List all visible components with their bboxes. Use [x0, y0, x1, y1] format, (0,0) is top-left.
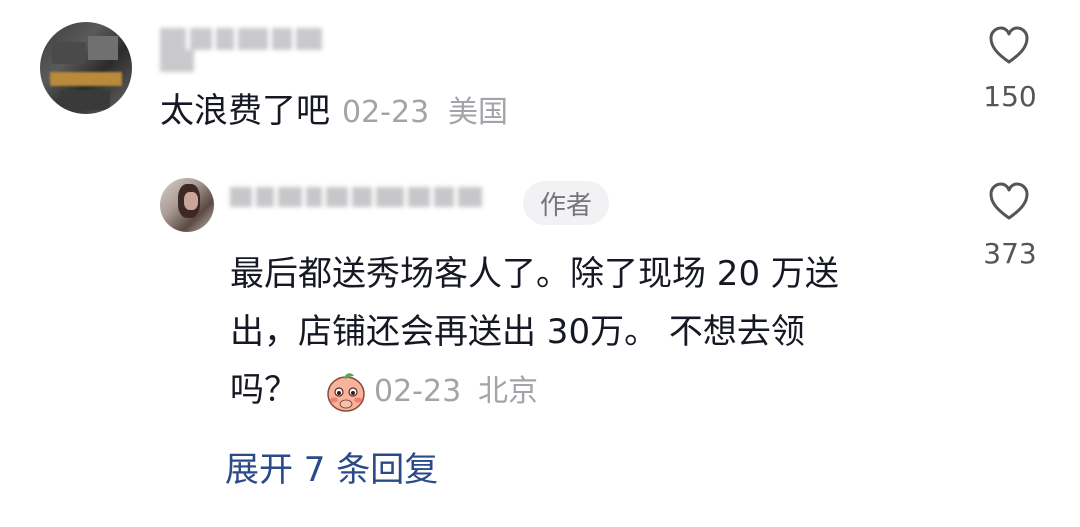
reply-body[interactable]: 最后都送秀场客人了。除了现场 20 万送 出，店铺还会再送出 30万。 不想去领…: [230, 245, 930, 421]
reply-location: 北京: [478, 374, 538, 409]
like-count: 150: [983, 80, 1037, 113]
reply-text-line-3: 吗？: [230, 370, 298, 410]
reply-author-name[interactable]: [230, 186, 510, 220]
reply-text-line-3-row: 吗？ 02-23 北京: [230, 361, 930, 421]
comment-text: 太浪费了吧: [160, 91, 330, 131]
author-badge: 作者: [523, 181, 609, 225]
heart-outline-icon: [989, 26, 1029, 64]
reply-date: 02-23: [374, 374, 462, 409]
like-button[interactable]: [988, 26, 1030, 66]
comment-location: 美国: [448, 95, 508, 130]
commenter-avatar[interactable]: [40, 22, 132, 114]
comment-body[interactable]: 太浪费了吧 02-23 美国: [160, 88, 508, 136]
reply-like-count: 373: [983, 237, 1037, 270]
shy-face-emoji: [324, 370, 368, 414]
reply-author-avatar[interactable]: [160, 178, 214, 232]
reply-text-line-2: 出，店铺还会再送出 30万。 不想去领: [230, 312, 805, 352]
reply-text-line-1: 最后都送秀场客人了。除了现场 20 万送: [230, 254, 839, 294]
expand-replies-link[interactable]: 展开 7 条回复: [225, 442, 438, 491]
comment-date: 02-23: [342, 95, 430, 130]
reply-like-button[interactable]: [988, 182, 1030, 222]
commenter-name[interactable]: [160, 28, 360, 72]
heart-outline-icon: [989, 182, 1029, 220]
